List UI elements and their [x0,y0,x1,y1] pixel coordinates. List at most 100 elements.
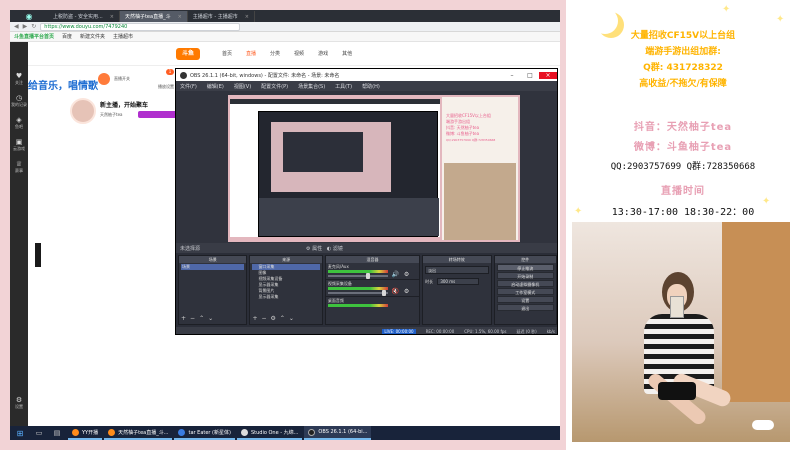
taskview-icon[interactable]: ▭ [30,426,48,440]
nav-category[interactable]: 分类 [270,50,280,57]
filter-icon[interactable]: ◐ [327,246,331,252]
obs-titlebar[interactable]: OBS 26.1.1 (64-bit, windows) - 配置文件: 未命名… [176,69,557,81]
gear-icon[interactable]: ⚙ [404,271,409,278]
gear-icon[interactable]: ⚙ [306,246,310,252]
preview-canvas[interactable]: 大量招收CF15V以上台组 端游手游出组 抖音: 天然柚子tea 微博: 斗鱼柚… [228,95,520,242]
obs-icon [180,71,187,79]
sidebar-item-settings[interactable]: ⚙ 设置 [10,390,28,412]
menu-file[interactable]: 文件(F) [180,83,197,90]
sidebar-item-history[interactable]: ◷ 我的记录 [10,88,28,110]
menu-view[interactable]: 视图(V) [234,83,251,90]
taskbar-item-studio-one[interactable]: Studio One - 九绵... [236,426,303,440]
explorer-icon[interactable]: ▤ [48,426,66,440]
nav-video[interactable]: 视频 [294,50,304,57]
sidebar-item-cloud-game[interactable]: ▣ 云游戏 [10,132,28,154]
properties-button[interactable]: 属性 [312,246,322,252]
chevron-down-icon[interactable]: ⌄ [289,315,298,322]
menu-help[interactable]: 帮助(H) [362,83,380,90]
close-icon[interactable]: × [539,71,557,79]
bookmark-item[interactable]: 斗鱼直播平台首页 [14,33,54,40]
exit-button[interactable]: 退出 [496,304,554,311]
bookmark-item[interactable]: 百度 [62,33,72,40]
taskbar-item-browser[interactable]: 天然柚子tea直播_斗... [104,426,173,440]
settings-button[interactable]: 设置 [496,296,554,303]
volume-slider[interactable] [327,292,388,294]
browser-tab[interactable]: 主播超市 - 主播超市 × [188,11,255,22]
bookmark-item[interactable]: 新建文件夹 [80,33,105,40]
sidebar-label: 赛事 [15,168,23,173]
source-toolbar: 未选择源 ⚙ 属性 ◐ 滤镜 [176,243,557,253]
speaker-icon[interactable]: 🔊 [392,271,399,278]
close-icon[interactable]: × [178,14,182,20]
nav-home[interactable]: 首页 [222,50,232,57]
menu-profile[interactable]: 配置文件(P) [261,83,288,90]
browser-tab-active[interactable]: 天然柚子tea直播_斗 × [119,11,188,22]
page-scrollbar-handle[interactable] [35,243,41,267]
remove-icon[interactable]: − [261,315,270,322]
menu-edit[interactable]: 编辑(E) [207,83,224,90]
close-icon[interactable]: × [245,14,249,20]
transition-select[interactable]: 淡出 [425,266,489,274]
sidebar-item-fishbar[interactable]: ◈ 鱼吧 [10,110,28,132]
duration-input[interactable]: 300 ms [437,278,480,285]
obs-window[interactable]: OBS 26.1.1 (64-bit, windows) - 配置文件: 未命名… [175,68,558,335]
studio-mode-button[interactable]: 工作室模式 [496,288,554,295]
taskbar-item-obs[interactable]: OBS 26.1.1 (64-bi... [304,426,372,440]
live-icon [98,73,110,85]
refresh-icon[interactable]: ↻ [31,23,36,30]
start-recording-button[interactable]: 开始录制 [496,272,554,279]
obs-preview[interactable]: 大量招收CF15V以上台组 端游手游出组 抖音: 天然柚子tea 微博: 斗鱼柚… [176,91,557,243]
maximize-icon[interactable]: □ [521,72,539,79]
star-icon: ✦ [722,4,731,15]
scene-item[interactable]: 场景 [181,264,245,270]
nav-live[interactable]: 直播 [246,50,256,57]
stop-streaming-button[interactable]: 停止推流 [496,264,554,271]
windows-start-icon[interactable]: ⊞ [10,429,30,438]
forward-icon[interactable]: ▶ [23,23,28,30]
sidebar-item-follow[interactable]: ♥ 关注 [10,66,28,88]
gear-icon[interactable]: ⚙ [404,288,409,295]
play-settings-button[interactable]: 播放设置 [158,76,174,98]
nav-games[interactable]: 游戏 [318,50,328,57]
minimize-icon[interactable]: – [503,72,521,79]
remove-icon[interactable]: − [190,315,199,322]
trophy-icon: ♕ [15,160,23,168]
close-icon[interactable]: × [110,14,114,20]
chevron-down-icon[interactable]: ⌄ [208,315,217,322]
filters-button[interactable]: 滤镜 [333,246,343,252]
heart-icon: ♥ [15,72,23,80]
volume-slider[interactable] [327,275,388,277]
rec-timer: REC: 00:00:00 [425,329,455,334]
mixer-dock: 混音器 麦克风/Aux 🔊 ⚙ 视频采集设备 🔇 ⚙ 桌面音频 [324,255,421,325]
sidebar-item-events[interactable]: ♕ 赛事 [10,154,28,176]
obs-menubar: 文件(F) 编辑(E) 视图(V) 配置文件(P) 场景集合(S) 工具(T) … [176,81,557,91]
taskbar-item-yy[interactable]: YY开播 [68,426,103,440]
clock-icon: ◷ [15,94,23,102]
chevron-up-icon[interactable]: ⌃ [199,315,208,322]
source-item[interactable]: 显示器采集 [252,294,319,300]
anchor-name[interactable]: 天然柚子tea [100,112,122,118]
anchor-card[interactable]: 新主播，开始聚车 天然柚子tea [70,98,190,128]
live-strip: 直播开关 1 播放设置 [62,66,182,92]
muted-speaker-icon[interactable]: 🔇 [392,288,399,295]
add-icon[interactable]: + [181,315,190,322]
overlay-weibo: 微博：斗鱼柚子tea [633,142,733,153]
browser-logo-icon[interactable]: ◉ [10,10,48,22]
volume-slider-handle[interactable] [365,273,370,279]
douyu-logo[interactable]: 斗鱼 [176,48,200,60]
url-input[interactable]: https://www.douyu.com/7479240 [40,22,241,31]
chevron-up-icon[interactable]: ⌃ [280,315,289,322]
avatar[interactable] [70,98,96,124]
bookmark-item[interactable]: 主播超市 [113,33,133,40]
virtual-camera-button[interactable]: 启动虚拟摄像机 [496,280,554,287]
nav-other[interactable]: 其他 [342,50,352,57]
volume-slider-handle[interactable] [381,290,386,296]
menu-scene-collection[interactable]: 场景集合(S) [298,83,325,90]
gear-icon[interactable]: ⚙ [271,315,280,322]
browser-tab[interactable]: 上税防盗 - 安全实用... × [48,11,120,22]
douyu-nav: 首页 直播 分类 视频 游戏 其他 [222,50,352,57]
back-icon[interactable]: ◀ [14,23,19,30]
live-toggle-button[interactable]: 直播开关 [98,68,130,90]
menu-tools[interactable]: 工具(T) [335,83,352,90]
taskbar-item-stareater[interactable]: tar Eater (新星体) [174,426,235,440]
